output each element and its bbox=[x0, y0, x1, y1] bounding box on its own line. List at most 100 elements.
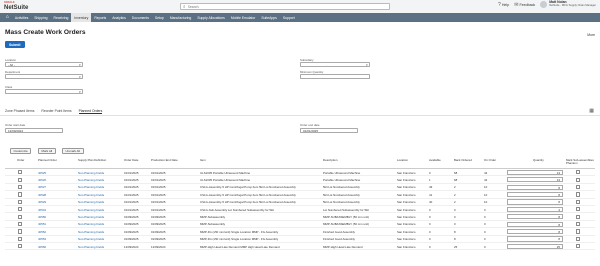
help-link[interactable]: ? Help bbox=[498, 2, 509, 8]
subtab-bar: Zone Phased Items Reorder Point Items Pl… bbox=[5, 109, 103, 114]
tab-planned-orders[interactable]: Planned Orders bbox=[78, 109, 103, 114]
cell-planned[interactable]: 40525 bbox=[38, 171, 46, 175]
cell-plan[interactable]: Non-Planning Fields bbox=[78, 215, 104, 219]
user-menu[interactable]: Matt Nolan NetSuite - MFG Supply Chain M… bbox=[540, 0, 596, 8]
cell-plan[interactable]: Non-Planning Fields bbox=[78, 171, 104, 175]
order-checkbox[interactable] bbox=[18, 236, 23, 241]
start-date-input[interactable]: 12/09/2024 bbox=[5, 128, 63, 134]
cell-plan[interactable]: Non-Planning Fields bbox=[78, 230, 104, 234]
cell-plan[interactable]: Non-Planning Fields bbox=[78, 178, 104, 182]
phantom-checkbox[interactable] bbox=[576, 170, 581, 175]
order-checkbox[interactable] bbox=[18, 221, 23, 227]
quantity-input[interactable]: 8 bbox=[507, 236, 563, 242]
cell-plan[interactable]: Non-Planning Fields bbox=[78, 200, 104, 204]
nav-documents[interactable]: Documents bbox=[129, 13, 152, 22]
unmark-all-button[interactable]: Unmark All bbox=[62, 148, 84, 154]
nav-analytics[interactable]: Analytics bbox=[109, 13, 129, 22]
end-date-input[interactable]: 01/01/2025 bbox=[300, 128, 358, 134]
netsuite-logo[interactable]: ORACLE NetSuite bbox=[4, 1, 28, 10]
subsidiary-select[interactable]: ▾ bbox=[300, 62, 370, 68]
mark-all-button[interactable]: Mark All bbox=[38, 148, 56, 154]
phantom-checkbox[interactable] bbox=[576, 214, 581, 219]
cell-planned[interactable]: 40551 bbox=[38, 222, 46, 226]
phantom-checkbox[interactable] bbox=[576, 192, 581, 197]
feedback-link[interactable]: ✉ Feedback bbox=[514, 2, 535, 8]
phantom-checkbox[interactable] bbox=[576, 184, 581, 190]
cell-plan[interactable]: Non-Planning Fields bbox=[78, 185, 104, 189]
cell-plan[interactable]: Non-Planning Fields bbox=[78, 222, 104, 226]
order-checkbox[interactable] bbox=[18, 229, 23, 234]
phantom-checkbox[interactable] bbox=[576, 199, 581, 204]
quantity-input[interactable]: 13 bbox=[507, 177, 563, 183]
cell-planned[interactable]: 40560 bbox=[38, 245, 46, 249]
submit-button[interactable]: Submit bbox=[5, 41, 25, 48]
nav-suiteapps[interactable]: SuiteApps bbox=[258, 13, 279, 22]
phantom-checkbox[interactable] bbox=[576, 207, 581, 212]
quantity-input[interactable]: 8 bbox=[507, 184, 563, 190]
nav-inventory[interactable]: Inventory bbox=[71, 13, 92, 22]
nav-shipping[interactable]: Shipping bbox=[31, 13, 50, 22]
order-checkbox[interactable] bbox=[18, 207, 23, 212]
cell-back: 68 bbox=[454, 170, 458, 175]
nav-receiving[interactable]: Receiving bbox=[51, 13, 72, 22]
cell-onorder: 0 bbox=[484, 207, 486, 212]
phantom-checkbox[interactable] bbox=[576, 236, 581, 241]
nav-reports[interactable]: Reports bbox=[91, 13, 109, 22]
tab-reorder-point-items[interactable]: Reorder Point Items bbox=[41, 109, 71, 114]
cell-onorder: 10 bbox=[484, 185, 488, 190]
nav-manufacturing[interactable]: Manufacturing bbox=[167, 13, 195, 22]
global-search[interactable]: ⌕ bbox=[180, 3, 390, 10]
search-input[interactable] bbox=[187, 4, 378, 9]
tab-zone-phased-items[interactable]: Zone Phased Items bbox=[5, 109, 34, 114]
department-select[interactable]: ▾ bbox=[5, 74, 83, 80]
nav-support[interactable]: Support bbox=[280, 13, 298, 22]
quantity-input[interactable]: 25 bbox=[507, 243, 563, 249]
cell-planned[interactable]: 40544 bbox=[38, 208, 46, 212]
quantity-input[interactable]: 13 bbox=[507, 169, 563, 175]
cell-plan[interactable]: Non-Planning Fields bbox=[78, 208, 104, 212]
phantom-checkbox[interactable] bbox=[576, 177, 581, 182]
quantity-input[interactable]: 8 bbox=[507, 221, 563, 227]
cell-plan[interactable]: Non-Planning Fields bbox=[78, 237, 104, 241]
cell-planned[interactable]: 40552 bbox=[38, 230, 46, 234]
class-select[interactable]: ▾ bbox=[5, 89, 83, 95]
planned-orders-table: Order Planned Order Supply Plan Definiti… bbox=[5, 158, 595, 251]
col-quantity: Quantity bbox=[533, 158, 544, 162]
order-checkbox[interactable] bbox=[18, 199, 23, 204]
cell-back: 2 bbox=[454, 185, 456, 190]
cell-desc: Portable Ultrasound Machine bbox=[323, 170, 361, 175]
nav-mobile-emulator[interactable]: Mobile Emulator bbox=[228, 13, 259, 22]
cell-planned[interactable]: 40528 bbox=[38, 193, 46, 197]
phantom-checkbox[interactable] bbox=[576, 244, 581, 249]
nav-supply-allocations[interactable]: Supply Allocations bbox=[194, 13, 228, 22]
order-checkbox[interactable] bbox=[18, 214, 23, 219]
cell-plan[interactable]: Non-Planning Fields bbox=[78, 245, 104, 249]
order-checkbox[interactable] bbox=[18, 177, 23, 182]
cell-planned[interactable]: 40529 bbox=[38, 200, 46, 204]
nav-setup[interactable]: Setup bbox=[152, 13, 167, 22]
order-checkbox[interactable] bbox=[18, 170, 23, 175]
quantity-input[interactable]: 8 bbox=[507, 199, 563, 205]
phantom-checkbox[interactable] bbox=[576, 229, 581, 234]
customize-button[interactable]: Customize bbox=[10, 148, 32, 154]
grid-icon[interactable]: ▦ bbox=[589, 108, 594, 114]
cell-planned[interactable]: 40527 bbox=[38, 185, 46, 189]
cell-planned[interactable]: 40550 bbox=[38, 215, 46, 219]
more-link[interactable]: More bbox=[587, 33, 595, 37]
cell-planned[interactable]: 40553 bbox=[38, 237, 46, 241]
location-select[interactable]: - All - ▾ bbox=[5, 62, 83, 68]
order-checkbox[interactable] bbox=[18, 244, 23, 249]
order-checkbox[interactable] bbox=[18, 192, 23, 197]
home-icon[interactable]: ⌂ bbox=[3, 13, 12, 22]
quantity-input[interactable]: 8 bbox=[507, 191, 563, 198]
min-qty-input[interactable] bbox=[300, 74, 370, 80]
order-checkbox[interactable] bbox=[18, 184, 23, 190]
quantity-input[interactable]: 8 bbox=[507, 214, 563, 220]
quantity-input[interactable]: 4 bbox=[507, 206, 563, 212]
quantity-input[interactable]: 8 bbox=[507, 228, 563, 235]
phantom-checkbox[interactable] bbox=[576, 221, 581, 227]
cell-plan[interactable]: Non-Planning Fields bbox=[78, 193, 104, 197]
cell-desc: MMP-High Head Late Demand bbox=[323, 244, 363, 249]
nav-activities[interactable]: Activities bbox=[12, 13, 31, 22]
cell-planned[interactable]: 40526 bbox=[38, 178, 46, 182]
